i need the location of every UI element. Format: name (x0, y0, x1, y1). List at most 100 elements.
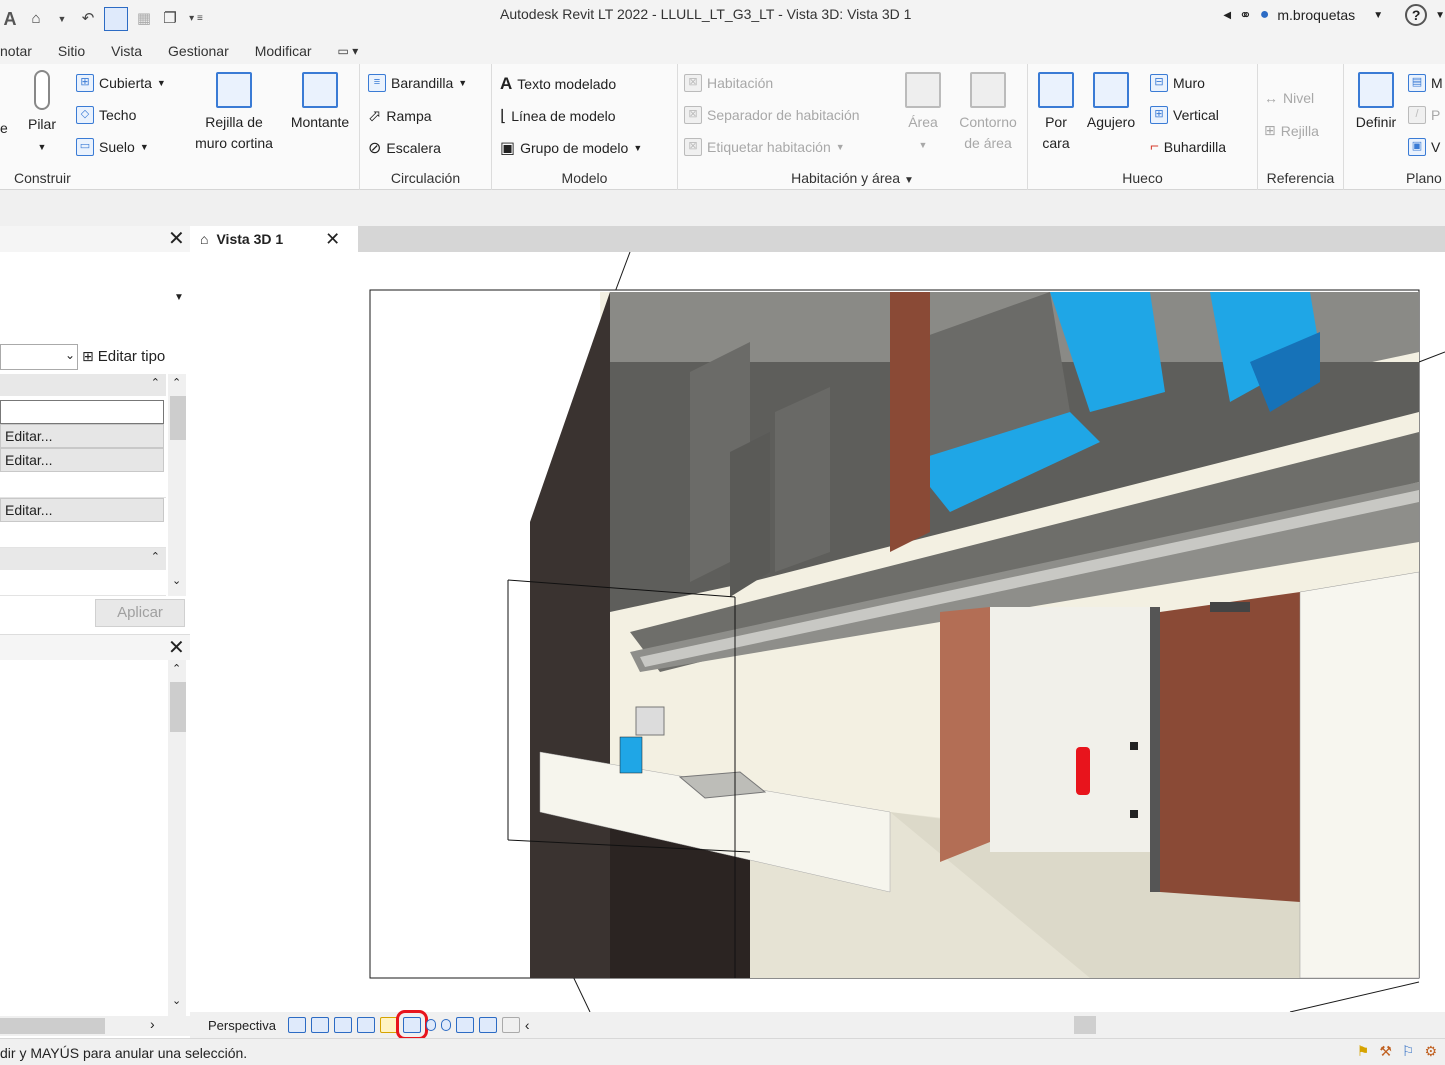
temporary-hide-icon[interactable] (425, 1019, 436, 1031)
close-tab-icon[interactable]: ✕ (325, 229, 340, 250)
rampa-button[interactable]: ⬀ Rampa (368, 106, 432, 126)
select-links-icon[interactable]: ⚑ (1357, 1043, 1370, 1060)
montante-button[interactable]: Montante (284, 72, 356, 133)
collapse-icon[interactable]: ⌃ (151, 376, 160, 389)
edit-type-button[interactable]: ⊞ Editar tipo (82, 348, 165, 365)
techo-button[interactable]: ◇ Techo (76, 106, 136, 124)
barandilla-button[interactable]: ≡ Barandilla ▼ (368, 74, 467, 92)
property-row[interactable] (0, 572, 166, 596)
close-browser-icon[interactable]: ✕ (168, 635, 185, 660)
browser-scrollbar[interactable]: ⌃ ⌄ (168, 660, 186, 1016)
plano-m-button[interactable]: ▤ M (1408, 74, 1443, 92)
switch-windows-icon[interactable]: ❐ (160, 9, 180, 29)
scroll-thumb[interactable] (0, 1018, 105, 1034)
etiquetar-habitacion-button[interactable]: ⊠ Etiquetar habitación ▼ (684, 138, 845, 156)
property-group-header[interactable]: ⌃ (0, 374, 166, 396)
property-value-input[interactable] (0, 400, 164, 424)
properties-scrollbar[interactable]: ⌃ ⌄ (168, 374, 186, 596)
suelo-button[interactable]: ▭ Suelo ▼ (76, 138, 149, 156)
crop-view-icon[interactable] (356, 1017, 375, 1033)
customize-toolbar-icon[interactable]: ▾ ≡ (186, 9, 206, 29)
rejilla-muro-cortina-button[interactable]: Rejilla de muro cortina (186, 72, 282, 154)
tab-vista-3d-1[interactable]: ⌂ Vista 3D 1 ✕ (190, 226, 358, 252)
apply-button[interactable]: Aplicar (95, 599, 185, 627)
sun-path-icon[interactable] (310, 1017, 329, 1033)
panel-title-habitacion[interactable]: Habitación y área ▼ (678, 170, 1027, 186)
app-logo-icon[interactable]: A (0, 9, 20, 29)
close-hidden-icon[interactable]: ▦ (134, 9, 154, 29)
escalera-button[interactable]: ⊘ Escalera (368, 138, 441, 158)
contorno-area-button[interactable]: Contorno de área (952, 72, 1024, 154)
scroll-thumb[interactable] (170, 396, 186, 440)
edit-button-1[interactable]: Editar... (0, 424, 164, 448)
separador-habitacion-button[interactable]: ⊠ Separador de habitación (684, 106, 860, 124)
grupo-modelo-button[interactable]: ▣ Grupo de modelo ▼ (500, 138, 642, 158)
collapse-bar-icon[interactable]: ‹ (525, 1017, 530, 1033)
buhardilla-button[interactable]: ⌐ Buhardilla (1150, 138, 1226, 155)
lock-3d-view-icon[interactable] (395, 1010, 428, 1040)
chevron-down-icon[interactable]: ▼ (174, 292, 184, 303)
habitacion-button[interactable]: ⊠ Habitación (684, 74, 773, 92)
fire-extinguisher (1076, 747, 1090, 795)
linea-modelo-button[interactable]: ⌊ Línea de modelo (500, 106, 616, 126)
browser-hscrollbar[interactable]: › (0, 1016, 190, 1036)
definir-button[interactable]: Definir (1350, 72, 1402, 133)
scroll-down-icon[interactable]: ⌄ (172, 574, 181, 587)
plano-p-button[interactable]: / P (1408, 106, 1440, 124)
agujero-button[interactable]: Agujero (1082, 72, 1140, 133)
chevron-down-icon[interactable]: ▼ (1373, 10, 1383, 21)
help-dropdown-icon[interactable]: ▼ (1435, 10, 1445, 21)
property-row[interactable] (0, 524, 166, 548)
por-cara-button[interactable]: Por cara (1036, 72, 1076, 154)
3d-model-render[interactable] (190, 252, 1445, 1012)
vertical-opening-button[interactable]: ⊞ Vertical (1150, 106, 1219, 124)
reveal-hidden-icon[interactable] (440, 1019, 451, 1031)
close-properties-icon[interactable]: ✕ (168, 226, 185, 251)
select-pinned-icon[interactable]: ⚐ (1402, 1043, 1415, 1060)
visual-style-icon[interactable] (287, 1017, 306, 1033)
ribbon-toggle-icon[interactable]: ▭ ▾ (338, 44, 359, 58)
cubierta-button[interactable]: ⊞ Cubierta ▼ (76, 74, 166, 92)
instance-filter-select[interactable]: ⌄ (0, 344, 78, 370)
render-icon[interactable] (379, 1017, 398, 1033)
dropdown-icon[interactable]: ▼ (52, 9, 72, 29)
select-by-face-icon[interactable]: ⚙ (1424, 1043, 1437, 1060)
scroll-up-icon[interactable]: ⌃ (172, 662, 181, 675)
grid-view-icon[interactable] (104, 7, 128, 31)
3d-view-canvas[interactable] (190, 252, 1445, 1012)
rejilla-button[interactable]: ⊞ Rejilla (1264, 122, 1319, 139)
edit-button-2[interactable]: Editar... (0, 448, 164, 472)
area-button[interactable]: Área ▼ (898, 72, 948, 156)
tab-sitio[interactable]: Sitio (58, 43, 85, 59)
tab-gestionar[interactable]: Gestionar (168, 43, 229, 59)
collapse-icon[interactable]: ⌃ (151, 550, 160, 563)
property-group-header[interactable]: ⌃ (0, 548, 166, 570)
scroll-up-icon[interactable]: ⌃ (172, 376, 181, 389)
tab-anotar[interactable]: notar (0, 43, 32, 59)
nivel-button[interactable]: ↔ Nivel (1264, 90, 1314, 106)
worksharing-icon[interactable] (455, 1017, 474, 1033)
scroll-right-icon[interactable]: › (150, 1016, 155, 1032)
texto-modelado-button[interactable]: A Texto modelado (500, 74, 616, 94)
view-hscroll-thumb[interactable] (1074, 1016, 1096, 1034)
select-underlay-icon[interactable]: ⚒ (1379, 1043, 1392, 1060)
plano-v-button[interactable]: ▣ V (1408, 138, 1440, 156)
edit-button-3[interactable]: Editar... (0, 498, 164, 522)
muro-opening-button[interactable]: ⊟ Muro (1150, 74, 1205, 92)
scroll-thumb[interactable] (170, 682, 186, 732)
property-row[interactable] (0, 474, 166, 498)
chevron-left-icon[interactable]: ◀ (1223, 10, 1231, 21)
constraints-icon[interactable] (501, 1017, 520, 1033)
home-icon[interactable]: ⌂ (26, 9, 46, 29)
undo-icon[interactable]: ↶ (78, 9, 98, 29)
user-name[interactable]: m.broquetas (1277, 7, 1355, 23)
help-icon[interactable]: ? (1405, 4, 1428, 26)
scroll-down-icon[interactable]: ⌄ (172, 994, 181, 1007)
tab-vista[interactable]: Vista (111, 43, 142, 59)
tab-modificar[interactable]: Modificar (255, 43, 312, 59)
user-icon[interactable]: ● (1260, 6, 1270, 24)
binoculars-icon[interactable]: ⚭ (1239, 6, 1252, 24)
pilar-button[interactable]: Pilar ▼ (22, 70, 62, 158)
shadows-icon[interactable] (333, 1017, 352, 1033)
analysis-display-icon[interactable] (478, 1017, 497, 1033)
